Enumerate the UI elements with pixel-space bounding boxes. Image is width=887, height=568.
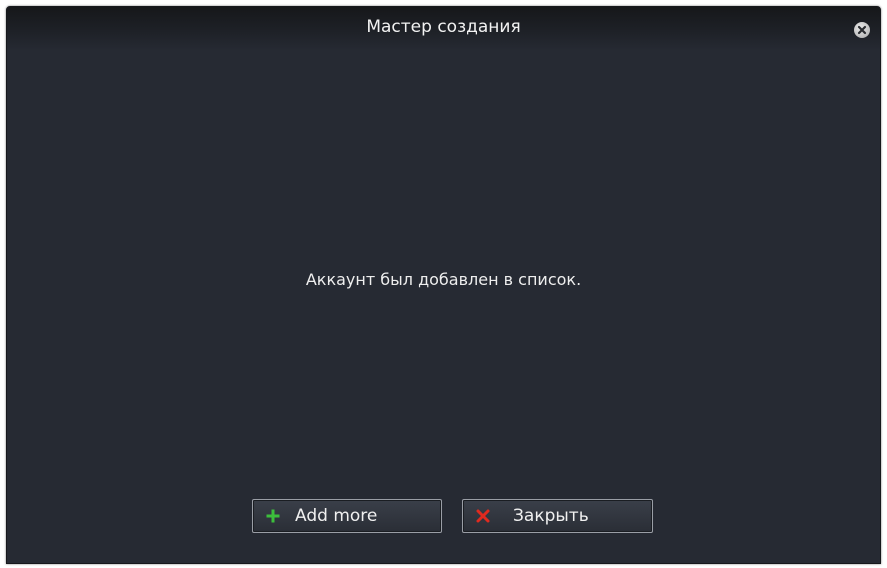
title-bar: Мастер создания: [7, 7, 880, 51]
status-message: Аккаунт был добавлен в список.: [305, 270, 582, 289]
add-more-button[interactable]: Add more: [252, 499, 442, 533]
close-label: Закрыть: [513, 506, 589, 526]
close-circle-icon[interactable]: [854, 22, 870, 38]
dialog-title: Мастер создания: [366, 17, 521, 37]
wizard-dialog: Мастер создания Аккаунт был добавлен в с…: [6, 6, 881, 564]
plus-icon: [265, 508, 281, 524]
close-button[interactable]: Закрыть: [462, 499, 653, 533]
x-icon: [475, 508, 491, 524]
add-more-label: Add more: [295, 506, 378, 526]
